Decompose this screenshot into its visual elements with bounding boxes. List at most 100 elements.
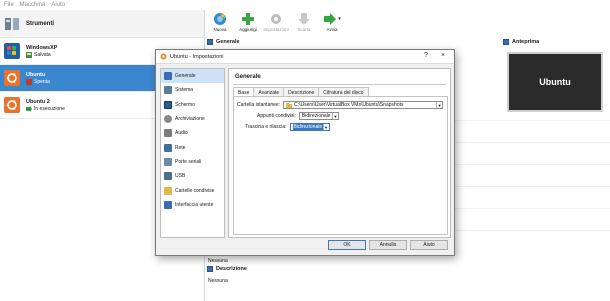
saved-state-icon xyxy=(26,51,32,58)
add-plus-icon xyxy=(242,13,254,25)
dialog-title: Ubuntu - Impostazioni xyxy=(170,53,224,60)
disk-icon xyxy=(164,115,172,124)
network-icon xyxy=(164,143,172,152)
menu-bar: File Macchina Aiuto xyxy=(0,0,610,10)
close-icon[interactable]: × xyxy=(441,52,445,59)
new-vm-icon xyxy=(214,13,226,25)
category-label: Sistema xyxy=(175,87,194,94)
vm-state: Salvata xyxy=(34,51,51,58)
vm-name: Ubuntu xyxy=(26,71,46,78)
preview-section-icon xyxy=(503,39,509,45)
main-toolbar: Nuova Aggiungi Impostazioni Scarta ▾ Avv… xyxy=(205,10,610,38)
drag-drop-row: Trascina e rilascia: Bidirezionale ▼ xyxy=(245,123,330,131)
dialog-buttons: OK Annulla Aiuto xyxy=(328,240,448,250)
folder-icon xyxy=(286,102,293,108)
category-user-interface[interactable]: Interfaccia utente xyxy=(161,198,224,212)
category-usb[interactable]: USB xyxy=(161,169,224,183)
start-label: Avvia xyxy=(326,27,338,32)
category-label: Generale xyxy=(175,73,196,80)
start-arrow-icon xyxy=(324,13,337,25)
chevron-down-icon[interactable]: ▼ xyxy=(436,102,442,108)
monitor-icon xyxy=(164,100,172,109)
category-label: Rete xyxy=(175,144,186,151)
snapshot-folder-row: Cartella istantanee: C:\Users\User\Virtu… xyxy=(237,101,444,109)
chevron-down-icon[interactable]: ▼ xyxy=(331,113,338,119)
usb-icon xyxy=(164,172,172,181)
ubuntu-icon xyxy=(4,97,20,113)
category-display[interactable]: Schermo xyxy=(161,98,224,112)
general-heading-text: Generale xyxy=(216,39,240,45)
vm-name: WindowsXP xyxy=(26,44,58,51)
category-label: Interfaccia utente xyxy=(175,201,214,208)
dialog-titlebar: Ubuntu - Impostazioni ? × xyxy=(156,50,454,64)
discard-arrow-icon xyxy=(298,13,310,25)
vm-state: In esecuzione xyxy=(34,105,65,112)
tools-icon xyxy=(5,17,19,30)
settings-label: Impostazioni xyxy=(263,27,289,32)
add-label: Aggiungi xyxy=(239,27,257,32)
snapshot-folder-select[interactable]: C:\Users\User\VirtualBox VMs\Ubuntu\Snap… xyxy=(283,101,444,109)
category-system[interactable]: Sistema xyxy=(161,83,224,97)
folder-icon xyxy=(164,186,172,195)
start-button[interactable]: ▾ Avvia xyxy=(319,12,345,32)
start-dropdown-icon[interactable]: ▾ xyxy=(338,16,341,22)
tools-item[interactable]: Strumenti xyxy=(0,10,204,38)
description-none-text: Nessuna xyxy=(208,278,228,284)
help-question-icon[interactable]: ? xyxy=(424,52,428,59)
discard-label: Scarta xyxy=(297,27,311,32)
menu-help[interactable]: Aiuto xyxy=(51,2,65,8)
settings-dialog: Ubuntu - Impostazioni ? × Generale Siste… xyxy=(155,49,455,256)
divider xyxy=(233,84,446,85)
new-button[interactable]: Nuova xyxy=(207,12,233,32)
drag-drop-select[interactable]: Bidirezionale ▼ xyxy=(289,123,330,131)
drag-drop-value: Bidirezionale xyxy=(292,124,324,130)
category-general[interactable]: Generale xyxy=(161,69,224,84)
description-section-icon xyxy=(207,266,213,272)
advanced-tab-panel: Cartella istantanee: C:\Users\User\Virtu… xyxy=(233,96,448,235)
gear-icon xyxy=(160,53,167,60)
new-label: Nuova xyxy=(213,27,227,32)
menu-file[interactable]: File xyxy=(4,2,14,8)
chevron-down-icon[interactable]: ▼ xyxy=(322,124,329,130)
shared-clipboard-value: Bidirezionale xyxy=(301,113,331,119)
drag-drop-label: Trascina e rilascia: xyxy=(245,124,287,130)
category-label: Archiviazione xyxy=(175,116,205,123)
preview-heading-text: Anteprima xyxy=(512,39,540,45)
usb-none-text: Nessuna xyxy=(208,258,228,264)
shared-clipboard-row: Appunti condivisi: Bidirezionale ▼ xyxy=(257,112,339,120)
settings-button[interactable]: Impostazioni xyxy=(263,12,289,32)
vm-preview: Ubuntu xyxy=(507,52,603,112)
menu-machine[interactable]: Macchina xyxy=(20,2,46,8)
category-shared-folders[interactable]: Cartelle condivise xyxy=(161,183,224,197)
vm-name: Ubuntu 2 xyxy=(26,98,50,105)
gear-icon xyxy=(271,14,281,24)
window-icon xyxy=(164,200,172,209)
ok-button[interactable]: OK xyxy=(328,240,366,250)
discard-button[interactable]: Scarta xyxy=(291,12,317,32)
general-section-icon xyxy=(207,39,213,45)
serial-port-icon xyxy=(164,157,172,166)
preview-text: Ubuntu xyxy=(539,77,571,87)
category-label: Audio xyxy=(175,130,188,137)
category-label: Schermo xyxy=(175,101,196,108)
description-section-heading: Descrizione xyxy=(207,266,247,272)
windowsxp-icon xyxy=(4,43,20,59)
category-label: Cartelle condivise xyxy=(175,187,215,194)
snapshot-folder-value: C:\Users\User\VirtualBox VMs\Ubuntu\Snap… xyxy=(294,102,404,108)
ubuntu-icon xyxy=(4,70,20,86)
category-serial-ports[interactable]: Porte seriali xyxy=(161,155,224,169)
general-section-heading: Generale xyxy=(207,39,240,45)
vm-state: Spenta xyxy=(34,78,50,85)
category-network[interactable]: Rete xyxy=(161,140,224,154)
settings-category-list: Generale Sistema Schermo Archiviazione A… xyxy=(160,68,225,238)
description-heading-text: Descrizione xyxy=(216,266,247,272)
cancel-button[interactable]: Annulla xyxy=(369,240,407,250)
shared-clipboard-select[interactable]: Bidirezionale ▼ xyxy=(298,112,339,120)
settings-page: Generale Base Avanzate Descrizione Cifra… xyxy=(228,68,451,238)
help-button[interactable]: Aiuto xyxy=(410,240,448,250)
category-storage[interactable]: Archiviazione xyxy=(161,112,224,126)
add-button[interactable]: Aggiungi xyxy=(235,12,261,32)
category-label: USB xyxy=(175,173,186,180)
page-title: Generale xyxy=(235,74,261,80)
category-audio[interactable]: Audio xyxy=(161,126,224,140)
